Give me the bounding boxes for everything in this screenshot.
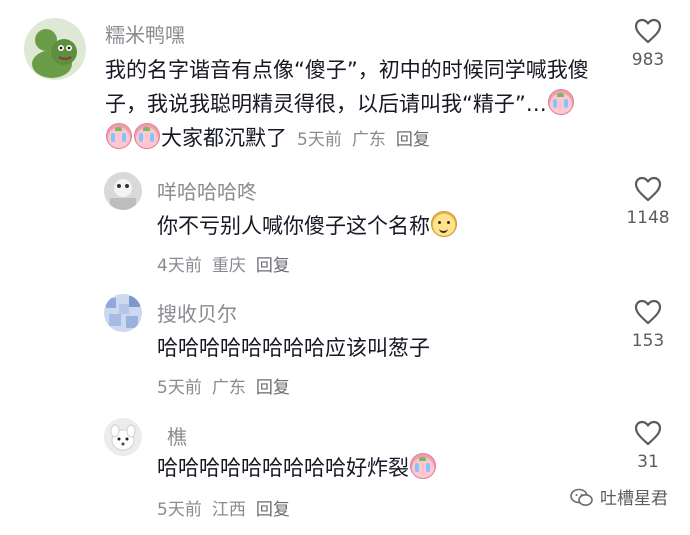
comment-body: 哈哈哈哈哈哈哈哈哈好炸裂 (157, 456, 409, 480)
watermark: 吐槽星君 (570, 484, 668, 513)
comment-body-tail: 大家都沉默了 (161, 126, 287, 150)
comment-username[interactable]: 搜收贝尔 (157, 298, 237, 327)
crying-face-emoji-icon (410, 453, 436, 479)
comment-text: 你不亏别人喊你傻子这个名称 (157, 209, 597, 243)
comment-meta: 5天前 江西 回复 (157, 495, 300, 520)
smiling-face-emoji-icon (431, 211, 457, 237)
comment-time: 5天前 (157, 500, 202, 520)
comment-username[interactable]: 樵 (167, 421, 187, 450)
comment-time: 5天前 (157, 378, 202, 398)
wechat-icon (570, 488, 594, 513)
watermark-text: 吐槽星君 (600, 489, 668, 509)
comment-location: 广东 (351, 130, 386, 150)
comment-meta: 5天前 广东 回复 (157, 373, 300, 398)
heart-icon (634, 18, 662, 44)
comment-body: 你不亏别人喊你傻子这个名称 (157, 214, 430, 238)
comment-username[interactable]: 糯米鸭嘿 (105, 19, 185, 48)
photo-avatar-icon[interactable] (104, 172, 142, 210)
heart-icon (634, 176, 662, 202)
like-button[interactable]: 153 (618, 299, 678, 351)
like-button[interactable]: 1148 (618, 176, 678, 228)
like-count: 153 (631, 331, 665, 351)
comment-location: 广东 (211, 378, 246, 398)
crying-face-emoji-icon (134, 123, 160, 149)
comment-meta: 5天前 广东 回复 (297, 130, 440, 150)
pattern-avatar-icon[interactable] (104, 294, 142, 332)
like-button[interactable]: 983 (618, 18, 678, 70)
heart-icon (634, 299, 662, 325)
frog-avatar-icon[interactable] (24, 18, 86, 80)
reply-button[interactable]: 回复 (256, 256, 290, 276)
comment-text: 我的名字谐音有点像“傻子”，初中的时候同学喊我傻子，我说我聪明精灵得很，以后请叫… (105, 53, 595, 157)
comment-body: 哈哈哈哈哈哈哈哈应该叫葱子 (157, 336, 430, 360)
comment-time: 5天前 (297, 130, 342, 150)
comment-username[interactable]: 咩哈哈哈咚 (157, 176, 257, 205)
like-count: 983 (631, 50, 665, 70)
reply-button[interactable]: 回复 (256, 500, 290, 520)
crying-face-emoji-icon (106, 123, 132, 149)
comment-text: 哈哈哈哈哈哈哈哈应该叫葱子 (157, 331, 597, 365)
like-count: 31 (637, 452, 659, 472)
comment-location: 江西 (211, 500, 246, 520)
white-dog-avatar-icon[interactable] (104, 418, 142, 456)
comment-meta: 4天前 重庆 回复 (157, 251, 300, 276)
like-count: 1148 (626, 208, 670, 228)
reply-button[interactable]: 回复 (256, 378, 290, 398)
crying-face-emoji-icon (547, 89, 574, 115)
reply-button[interactable]: 回复 (396, 130, 430, 150)
heart-icon (634, 420, 662, 446)
comment-location: 重庆 (211, 256, 246, 276)
comment-text: 哈哈哈哈哈哈哈哈哈好炸裂 (157, 451, 597, 485)
comment-body: 我的名字谐音有点像“傻子”，初中的时候同学喊我傻子，我说我聪明精灵得很，以后请叫… (105, 58, 589, 116)
comment-time: 4天前 (157, 256, 202, 276)
like-button[interactable]: 31 (618, 420, 678, 472)
